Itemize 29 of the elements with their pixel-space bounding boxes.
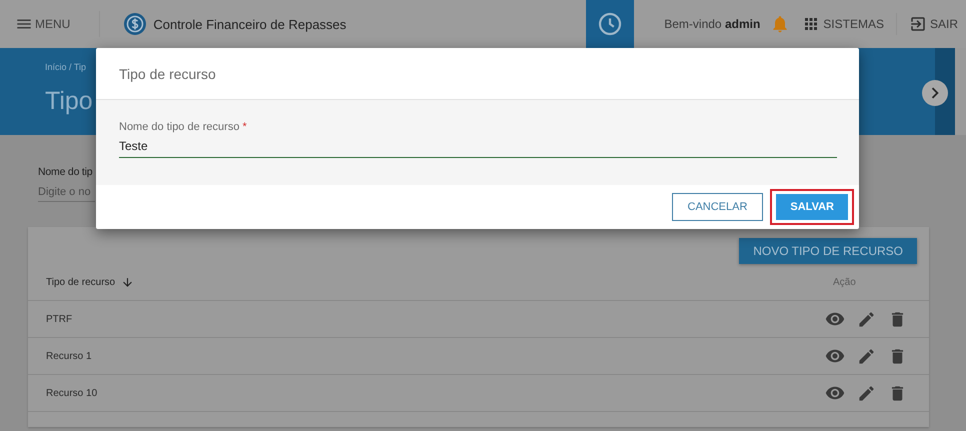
logout-link[interactable]: SAIR: [908, 15, 958, 33]
systems-link[interactable]: SISTEMAS: [802, 15, 884, 33]
history-button[interactable]: [586, 0, 634, 48]
table-cell: Recurso 1: [46, 350, 92, 362]
next-button[interactable]: [922, 80, 948, 106]
page-title: Tipo: [45, 87, 94, 116]
dollar-logo-icon: [124, 13, 146, 35]
table-cell: Recurso 10: [46, 388, 98, 398]
edit-icon[interactable]: [857, 384, 876, 402]
exit-icon: [908, 15, 927, 33]
dialog-title: Tipo de recurso: [119, 66, 216, 82]
clock-icon: [598, 12, 622, 36]
name-filter-field[interactable]: Digite o no: [38, 186, 95, 202]
menu-button[interactable]: MENU: [15, 15, 70, 33]
app-title: Controle Financeiro de Repasses: [153, 16, 346, 32]
new-resource-type-button[interactable]: NOVO TIPO DE RECURSO: [739, 238, 917, 264]
breadcrumb: Início / Tip: [45, 62, 88, 72]
column-header: Ação: [833, 276, 856, 288]
field-label: Nome do tipo de recurso *: [119, 121, 248, 133]
cancel-button[interactable]: CANCELAR: [672, 193, 764, 221]
sort-down-icon: [121, 276, 134, 288]
filter-label: Nome do tip: [38, 166, 92, 178]
edit-icon[interactable]: [857, 346, 876, 366]
column-header[interactable]: Tipo de recurso: [46, 276, 116, 288]
table-cell: PTRF: [46, 314, 72, 324]
edit-icon[interactable]: [857, 310, 876, 328]
welcome-text: Bem-vindo admin: [664, 17, 760, 31]
resource-type-name-field[interactable]: Teste: [119, 139, 837, 158]
save-button[interactable]: SALVAR: [776, 194, 848, 220]
